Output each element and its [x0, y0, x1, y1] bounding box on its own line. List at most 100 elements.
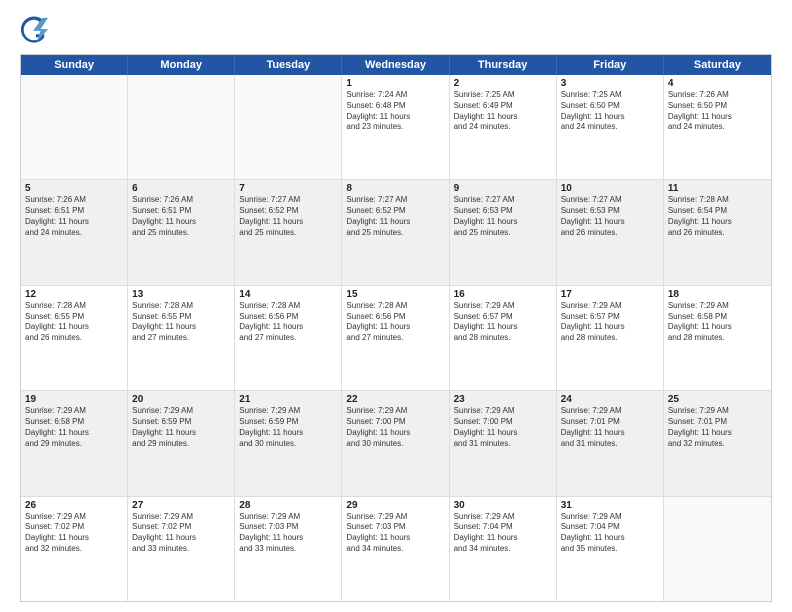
calendar-body: 1Sunrise: 7:24 AM Sunset: 6:48 PM Daylig… — [21, 75, 771, 601]
calendar-cell: 8Sunrise: 7:27 AM Sunset: 6:52 PM Daylig… — [342, 180, 449, 284]
calendar-cell: 30Sunrise: 7:29 AM Sunset: 7:04 PM Dayli… — [450, 497, 557, 601]
day-number: 7 — [239, 183, 337, 194]
day-number: 8 — [346, 183, 444, 194]
day-number: 11 — [668, 183, 767, 194]
calendar-cell — [235, 75, 342, 179]
day-info: Sunrise: 7:29 AM Sunset: 7:01 PM Dayligh… — [561, 406, 659, 449]
day-info: Sunrise: 7:29 AM Sunset: 7:02 PM Dayligh… — [132, 512, 230, 555]
day-number: 26 — [25, 500, 123, 511]
day-number: 14 — [239, 289, 337, 300]
calendar-cell: 7Sunrise: 7:27 AM Sunset: 6:52 PM Daylig… — [235, 180, 342, 284]
calendar-cell: 23Sunrise: 7:29 AM Sunset: 7:00 PM Dayli… — [450, 391, 557, 495]
calendar-cell: 3Sunrise: 7:25 AM Sunset: 6:50 PM Daylig… — [557, 75, 664, 179]
day-info: Sunrise: 7:28 AM Sunset: 6:56 PM Dayligh… — [239, 301, 337, 344]
day-number: 4 — [668, 78, 767, 89]
day-number: 9 — [454, 183, 552, 194]
week-row-1: 1Sunrise: 7:24 AM Sunset: 6:48 PM Daylig… — [21, 75, 771, 180]
day-info: Sunrise: 7:27 AM Sunset: 6:52 PM Dayligh… — [239, 195, 337, 238]
day-number: 28 — [239, 500, 337, 511]
day-number: 12 — [25, 289, 123, 300]
calendar-cell: 2Sunrise: 7:25 AM Sunset: 6:49 PM Daylig… — [450, 75, 557, 179]
day-number: 6 — [132, 183, 230, 194]
calendar-cell: 28Sunrise: 7:29 AM Sunset: 7:03 PM Dayli… — [235, 497, 342, 601]
calendar-cell: 10Sunrise: 7:27 AM Sunset: 6:53 PM Dayli… — [557, 180, 664, 284]
day-number: 25 — [668, 394, 767, 405]
day-info: Sunrise: 7:25 AM Sunset: 6:49 PM Dayligh… — [454, 90, 552, 133]
calendar-cell: 26Sunrise: 7:29 AM Sunset: 7:02 PM Dayli… — [21, 497, 128, 601]
day-number: 31 — [561, 500, 659, 511]
day-number: 23 — [454, 394, 552, 405]
day-info: Sunrise: 7:29 AM Sunset: 6:57 PM Dayligh… — [561, 301, 659, 344]
header-day-monday: Monday — [128, 55, 235, 75]
calendar-cell: 24Sunrise: 7:29 AM Sunset: 7:01 PM Dayli… — [557, 391, 664, 495]
logo — [20, 16, 52, 44]
calendar-cell: 17Sunrise: 7:29 AM Sunset: 6:57 PM Dayli… — [557, 286, 664, 390]
day-info: Sunrise: 7:29 AM Sunset: 6:57 PM Dayligh… — [454, 301, 552, 344]
day-info: Sunrise: 7:29 AM Sunset: 6:59 PM Dayligh… — [239, 406, 337, 449]
day-info: Sunrise: 7:29 AM Sunset: 7:04 PM Dayligh… — [454, 512, 552, 555]
calendar-cell: 1Sunrise: 7:24 AM Sunset: 6:48 PM Daylig… — [342, 75, 449, 179]
day-info: Sunrise: 7:28 AM Sunset: 6:56 PM Dayligh… — [346, 301, 444, 344]
day-info: Sunrise: 7:29 AM Sunset: 7:02 PM Dayligh… — [25, 512, 123, 555]
calendar-cell — [664, 497, 771, 601]
page: SundayMondayTuesdayWednesdayThursdayFrid… — [0, 0, 792, 612]
calendar: SundayMondayTuesdayWednesdayThursdayFrid… — [20, 54, 772, 602]
calendar-cell: 22Sunrise: 7:29 AM Sunset: 7:00 PM Dayli… — [342, 391, 449, 495]
day-info: Sunrise: 7:27 AM Sunset: 6:52 PM Dayligh… — [346, 195, 444, 238]
week-row-5: 26Sunrise: 7:29 AM Sunset: 7:02 PM Dayli… — [21, 497, 771, 601]
day-info: Sunrise: 7:29 AM Sunset: 7:00 PM Dayligh… — [346, 406, 444, 449]
day-number: 2 — [454, 78, 552, 89]
calendar-cell: 25Sunrise: 7:29 AM Sunset: 7:01 PM Dayli… — [664, 391, 771, 495]
day-number: 3 — [561, 78, 659, 89]
day-info: Sunrise: 7:26 AM Sunset: 6:51 PM Dayligh… — [25, 195, 123, 238]
calendar-cell: 5Sunrise: 7:26 AM Sunset: 6:51 PM Daylig… — [21, 180, 128, 284]
day-info: Sunrise: 7:28 AM Sunset: 6:54 PM Dayligh… — [668, 195, 767, 238]
calendar-cell: 19Sunrise: 7:29 AM Sunset: 6:58 PM Dayli… — [21, 391, 128, 495]
header-day-friday: Friday — [557, 55, 664, 75]
day-number: 5 — [25, 183, 123, 194]
day-number: 10 — [561, 183, 659, 194]
day-number: 18 — [668, 289, 767, 300]
day-number: 20 — [132, 394, 230, 405]
day-number: 17 — [561, 289, 659, 300]
day-info: Sunrise: 7:29 AM Sunset: 7:03 PM Dayligh… — [346, 512, 444, 555]
calendar-cell: 21Sunrise: 7:29 AM Sunset: 6:59 PM Dayli… — [235, 391, 342, 495]
day-number: 15 — [346, 289, 444, 300]
header-day-thursday: Thursday — [450, 55, 557, 75]
header-day-wednesday: Wednesday — [342, 55, 449, 75]
calendar-cell: 15Sunrise: 7:28 AM Sunset: 6:56 PM Dayli… — [342, 286, 449, 390]
calendar-cell: 14Sunrise: 7:28 AM Sunset: 6:56 PM Dayli… — [235, 286, 342, 390]
day-info: Sunrise: 7:29 AM Sunset: 7:00 PM Dayligh… — [454, 406, 552, 449]
day-info: Sunrise: 7:24 AM Sunset: 6:48 PM Dayligh… — [346, 90, 444, 133]
calendar-cell: 11Sunrise: 7:28 AM Sunset: 6:54 PM Dayli… — [664, 180, 771, 284]
calendar-cell — [128, 75, 235, 179]
header-day-tuesday: Tuesday — [235, 55, 342, 75]
day-number: 27 — [132, 500, 230, 511]
calendar-cell: 16Sunrise: 7:29 AM Sunset: 6:57 PM Dayli… — [450, 286, 557, 390]
header-day-saturday: Saturday — [664, 55, 771, 75]
day-number: 19 — [25, 394, 123, 405]
calendar-cell: 29Sunrise: 7:29 AM Sunset: 7:03 PM Dayli… — [342, 497, 449, 601]
day-number: 16 — [454, 289, 552, 300]
day-info: Sunrise: 7:29 AM Sunset: 6:58 PM Dayligh… — [25, 406, 123, 449]
day-info: Sunrise: 7:26 AM Sunset: 6:51 PM Dayligh… — [132, 195, 230, 238]
header-day-sunday: Sunday — [21, 55, 128, 75]
calendar-cell: 13Sunrise: 7:28 AM Sunset: 6:55 PM Dayli… — [128, 286, 235, 390]
day-info: Sunrise: 7:27 AM Sunset: 6:53 PM Dayligh… — [561, 195, 659, 238]
calendar-cell — [21, 75, 128, 179]
day-info: Sunrise: 7:28 AM Sunset: 6:55 PM Dayligh… — [25, 301, 123, 344]
day-number: 22 — [346, 394, 444, 405]
week-row-2: 5Sunrise: 7:26 AM Sunset: 6:51 PM Daylig… — [21, 180, 771, 285]
day-info: Sunrise: 7:29 AM Sunset: 7:04 PM Dayligh… — [561, 512, 659, 555]
calendar-cell: 9Sunrise: 7:27 AM Sunset: 6:53 PM Daylig… — [450, 180, 557, 284]
day-info: Sunrise: 7:25 AM Sunset: 6:50 PM Dayligh… — [561, 90, 659, 133]
day-info: Sunrise: 7:29 AM Sunset: 6:59 PM Dayligh… — [132, 406, 230, 449]
calendar-cell: 31Sunrise: 7:29 AM Sunset: 7:04 PM Dayli… — [557, 497, 664, 601]
calendar-cell: 18Sunrise: 7:29 AM Sunset: 6:58 PM Dayli… — [664, 286, 771, 390]
day-number: 24 — [561, 394, 659, 405]
day-info: Sunrise: 7:29 AM Sunset: 7:03 PM Dayligh… — [239, 512, 337, 555]
day-number: 29 — [346, 500, 444, 511]
week-row-4: 19Sunrise: 7:29 AM Sunset: 6:58 PM Dayli… — [21, 391, 771, 496]
week-row-3: 12Sunrise: 7:28 AM Sunset: 6:55 PM Dayli… — [21, 286, 771, 391]
calendar-cell: 6Sunrise: 7:26 AM Sunset: 6:51 PM Daylig… — [128, 180, 235, 284]
